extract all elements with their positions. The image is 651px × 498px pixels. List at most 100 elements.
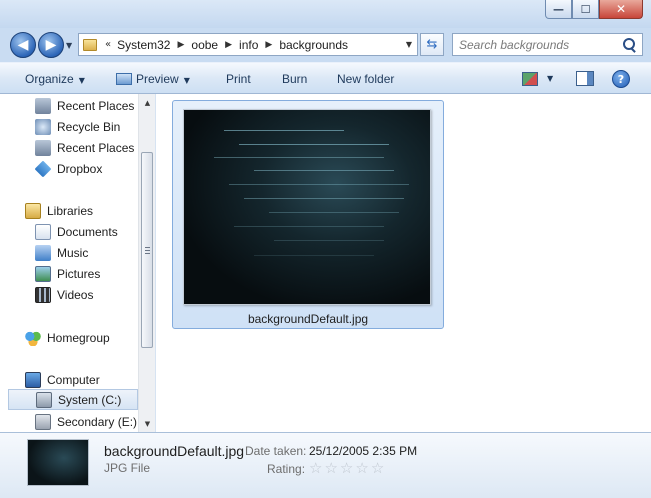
nav-item-label: Libraries (47, 203, 94, 218)
preview-button[interactable]: Preview ▼ (116, 72, 190, 86)
scroll-up-button[interactable]: ▲ (139, 94, 156, 111)
nav-item-label: System (C:) (58, 392, 122, 407)
file-item-background-default[interactable]: backgroundDefault.jpg (172, 100, 444, 329)
address-bar[interactable]: « System32 ▶ oobe ▶ info ▶ backgrounds ▼ (78, 33, 418, 56)
burn-button[interactable]: Burn (282, 72, 307, 86)
breadcrumb-info[interactable]: info (239, 38, 258, 52)
search-box[interactable] (452, 33, 643, 56)
title-bar: — ☐ ✕ (0, 0, 651, 28)
thumbnail-texture (254, 170, 394, 171)
breadcrumb-system32[interactable]: System32 (117, 38, 170, 52)
minimize-button[interactable]: — (545, 0, 572, 19)
address-history-dropdown[interactable]: ▼ (406, 40, 412, 49)
videos-icon (35, 286, 51, 303)
nav-item-libraries[interactable]: Libraries (25, 200, 155, 221)
preview-label: Preview (136, 72, 179, 86)
help-icon[interactable]: ? (612, 70, 630, 88)
nav-item-system-c[interactable]: System (C:) (8, 389, 138, 410)
breadcrumb-separator-icon[interactable]: ▶ (265, 40, 272, 50)
star-icon[interactable]: ☆ (340, 459, 353, 477)
thumbnail-texture (269, 212, 399, 213)
nav-item-label: Videos (57, 287, 94, 302)
command-bar: Organize ▼ Preview ▼ Print Burn New folder… (0, 62, 651, 94)
navigation-pane-scrollbar[interactable]: ▲ ▼ (138, 94, 155, 432)
preview-pane-toggle-icon[interactable] (576, 71, 594, 86)
scroll-down-button[interactable]: ▼ (139, 415, 156, 432)
close-icon: ✕ (615, 2, 627, 16)
print-label: Print (226, 72, 251, 86)
maximize-button[interactable]: ☐ (572, 0, 599, 19)
search-icon[interactable] (620, 36, 638, 54)
star-icon[interactable]: ☆ (309, 459, 322, 477)
organize-label: Organize (25, 72, 74, 86)
close-button[interactable]: ✕ (599, 0, 643, 19)
nav-item-label: Recent Places (57, 140, 135, 155)
recycle-bin-icon (35, 118, 51, 135)
rating-label: Rating: (267, 462, 306, 476)
dropbox-icon (34, 160, 52, 177)
details-file-name: backgroundDefault.jpg (104, 443, 245, 459)
recent-places-icon (35, 97, 51, 114)
view-options-dropdown[interactable]: ▼ (547, 74, 553, 83)
print-button[interactable]: Print (226, 72, 251, 86)
breadcrumb-separator-icon[interactable]: ▶ (177, 40, 184, 50)
back-button[interactable]: ◀ (10, 32, 36, 58)
homegroup-icon (25, 329, 41, 346)
burn-label: Burn (282, 72, 308, 86)
breadcrumb-separator-icon[interactable]: ▶ (225, 40, 232, 50)
scrollbar-thumb[interactable] (141, 152, 153, 348)
date-taken-value[interactable]: 25/12/2005 2:35 PM (309, 444, 417, 458)
caption-buttons: — ☐ ✕ (545, 0, 643, 19)
recent-pages-dropdown[interactable]: ▼ (66, 41, 72, 50)
organize-button[interactable]: Organize ▼ (25, 72, 85, 86)
recent-places-icon (35, 139, 51, 156)
nav-item-computer[interactable]: Computer (25, 369, 155, 390)
libraries-icon (25, 202, 41, 219)
new-folder-button[interactable]: New folder (337, 72, 394, 86)
star-icon[interactable]: ☆ (371, 459, 384, 477)
star-icon[interactable]: ☆ (324, 459, 337, 477)
documents-icon (35, 223, 51, 240)
music-icon (35, 244, 51, 261)
thumbnail-texture (234, 226, 384, 227)
rating-stars[interactable]: ☆ ☆ ☆ ☆ ☆ (309, 459, 386, 477)
thumbnail-texture (274, 240, 384, 241)
search-input[interactable] (453, 37, 620, 52)
details-thumbnail (27, 439, 89, 486)
chevron-down-icon: ▼ (183, 76, 190, 85)
arrow-left-icon: ◀ (17, 37, 29, 53)
thumbnail-texture (224, 130, 344, 131)
folder-icon (83, 38, 97, 51)
file-list-view[interactable]: backgroundDefault.jpg (156, 94, 651, 432)
nav-item-label: Music (57, 245, 89, 260)
breadcrumb-overflow-chevron[interactable]: « (105, 39, 111, 50)
thumbnail-texture (239, 144, 389, 145)
refresh-icon: ⇆ (426, 37, 438, 52)
forward-button[interactable]: ▶ (38, 32, 64, 58)
date-taken-label: Date taken: (245, 444, 307, 458)
nav-item-homegroup[interactable]: Homegroup (25, 327, 155, 348)
thumbnail-texture (214, 157, 384, 158)
drive-icon (36, 391, 52, 408)
arrow-right-icon: ▶ (45, 37, 57, 53)
breadcrumb-backgrounds[interactable]: backgrounds (279, 38, 348, 52)
details-pane: backgroundDefault.jpg JPG File Date take… (0, 432, 651, 498)
computer-icon (25, 371, 41, 388)
nav-item-label: Documents (57, 224, 118, 239)
star-icon[interactable]: ☆ (355, 459, 368, 477)
details-file-type: JPG File (104, 461, 151, 475)
file-name-label: backgroundDefault.jpg (247, 312, 369, 326)
navigation-bar: ◀ ▶ ▼ « System32 ▶ oobe ▶ info ▶ backgro… (0, 28, 651, 62)
image-thumbnail (183, 109, 431, 305)
nav-item-label: Pictures (57, 266, 101, 281)
change-view-icon[interactable] (522, 72, 538, 86)
pictures-icon (35, 265, 51, 282)
breadcrumb-oobe[interactable]: oobe (191, 38, 218, 52)
nav-item-label: Secondary (E:) (57, 414, 138, 429)
preview-icon (116, 73, 132, 85)
thumbnail-texture (229, 184, 409, 185)
nav-item-label: Homegroup (47, 330, 110, 345)
new-folder-label: New folder (337, 72, 395, 86)
refresh-button[interactable]: ⇆ (420, 33, 444, 56)
drive-icon (35, 413, 51, 430)
